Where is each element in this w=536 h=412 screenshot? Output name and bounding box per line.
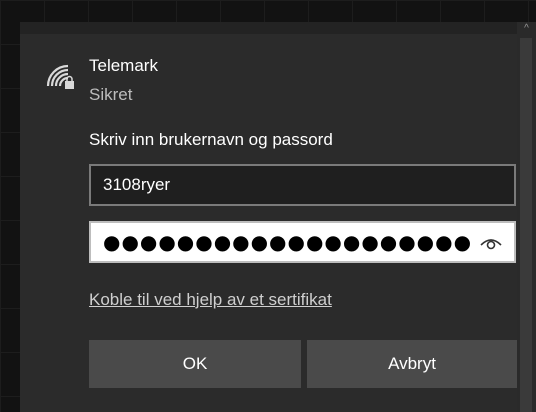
scrollbar[interactable]: ^ (517, 22, 536, 412)
eye-icon[interactable] (479, 233, 503, 251)
cancel-button[interactable]: Avbryt (307, 340, 517, 388)
scroll-thumb[interactable] (520, 38, 532, 412)
wifi-secured-icon (46, 64, 74, 89)
username-field[interactable]: 3108ryer (89, 164, 516, 206)
network-status: Sikret (89, 85, 133, 104)
ok-button[interactable]: OK (89, 340, 301, 388)
certificate-link[interactable]: Koble til ved hjelp av et sertifikat (89, 290, 332, 310)
panel-header-strip (20, 22, 517, 34)
password-field[interactable]: ●●●●●●●●●●●●●●●●●●●● (89, 221, 516, 263)
network-name: Telemark (89, 56, 158, 75)
credentials-prompt: Skriv inn brukernavn og passord (89, 130, 333, 149)
scroll-up-arrow-icon[interactable]: ^ (517, 22, 536, 36)
password-masked-text: ●●●●●●●●●●●●●●●●●●●● (103, 230, 473, 254)
